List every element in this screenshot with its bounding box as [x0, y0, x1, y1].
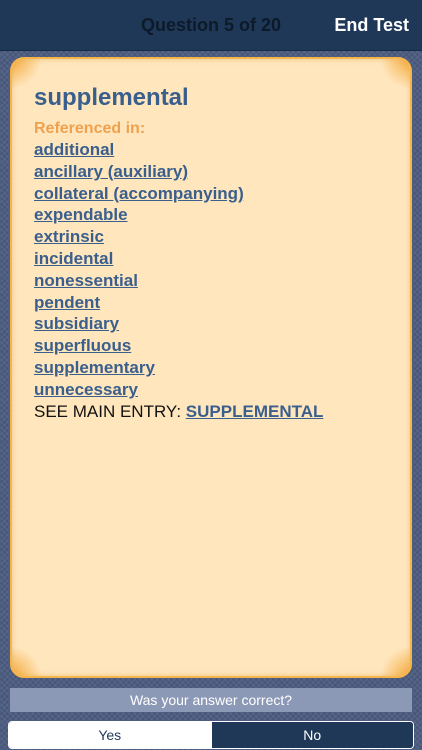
list-item: nonessential	[34, 271, 394, 293]
see-main-entry-label: SEE MAIN ENTRY:	[34, 401, 182, 421]
card-corner-decoration	[372, 638, 410, 676]
list-item: supplementary	[34, 358, 394, 380]
headword: supplemental	[34, 84, 189, 111]
list-item: subsidiary	[34, 314, 394, 336]
list-item: extrinsic	[34, 227, 394, 249]
flashcard: supplemental Referenced in: additional a…	[10, 57, 412, 678]
reference-link-ancillary[interactable]: ancillary (auxiliary)	[34, 162, 188, 181]
list-item: collateral (accompanying)	[34, 184, 394, 206]
reference-link-extrinsic[interactable]: extrinsic	[34, 227, 104, 246]
list-item: unnecessary	[34, 380, 394, 402]
reference-link-additional[interactable]: additional	[34, 140, 114, 159]
see-main-entry: SEE MAIN ENTRY: SUPPLEMENTAL	[34, 402, 394, 423]
main-entry-link[interactable]: SUPPLEMENTAL	[186, 402, 324, 421]
list-item: superfluous	[34, 336, 394, 358]
reference-link-supplementary[interactable]: supplementary	[34, 358, 155, 377]
reference-link-subsidiary[interactable]: subsidiary	[34, 314, 119, 333]
list-item: expendable	[34, 205, 394, 227]
reference-link-expendable[interactable]: expendable	[34, 205, 128, 224]
reference-link-superfluous[interactable]: superfluous	[34, 336, 131, 355]
referenced-in-heading: Referenced in:	[34, 120, 146, 137]
list-item: pendent	[34, 293, 394, 315]
reference-link-pendent[interactable]: pendent	[34, 293, 100, 312]
reference-link-incidental[interactable]: incidental	[34, 249, 113, 268]
card-corner-decoration	[12, 638, 50, 676]
reference-link-collateral[interactable]: collateral (accompanying)	[34, 184, 244, 203]
list-item: incidental	[34, 249, 394, 271]
card-content: supplemental Referenced in: additional a…	[34, 83, 394, 422]
top-bar: Question 5 of 20 End Test	[0, 0, 422, 51]
answer-prompt: Was your answer correct?	[10, 688, 412, 712]
answer-segmented-control: Yes No	[8, 721, 414, 749]
no-button[interactable]: No	[210, 722, 413, 748]
yes-button[interactable]: Yes	[9, 722, 211, 748]
reference-link-nonessential[interactable]: nonessential	[34, 271, 138, 290]
reference-link-unnecessary[interactable]: unnecessary	[34, 380, 138, 399]
reference-list: additional ancillary (auxiliary) collate…	[34, 140, 394, 402]
end-test-button[interactable]: End Test	[334, 15, 409, 36]
list-item: ancillary (auxiliary)	[34, 162, 394, 184]
list-item: additional	[34, 140, 394, 162]
